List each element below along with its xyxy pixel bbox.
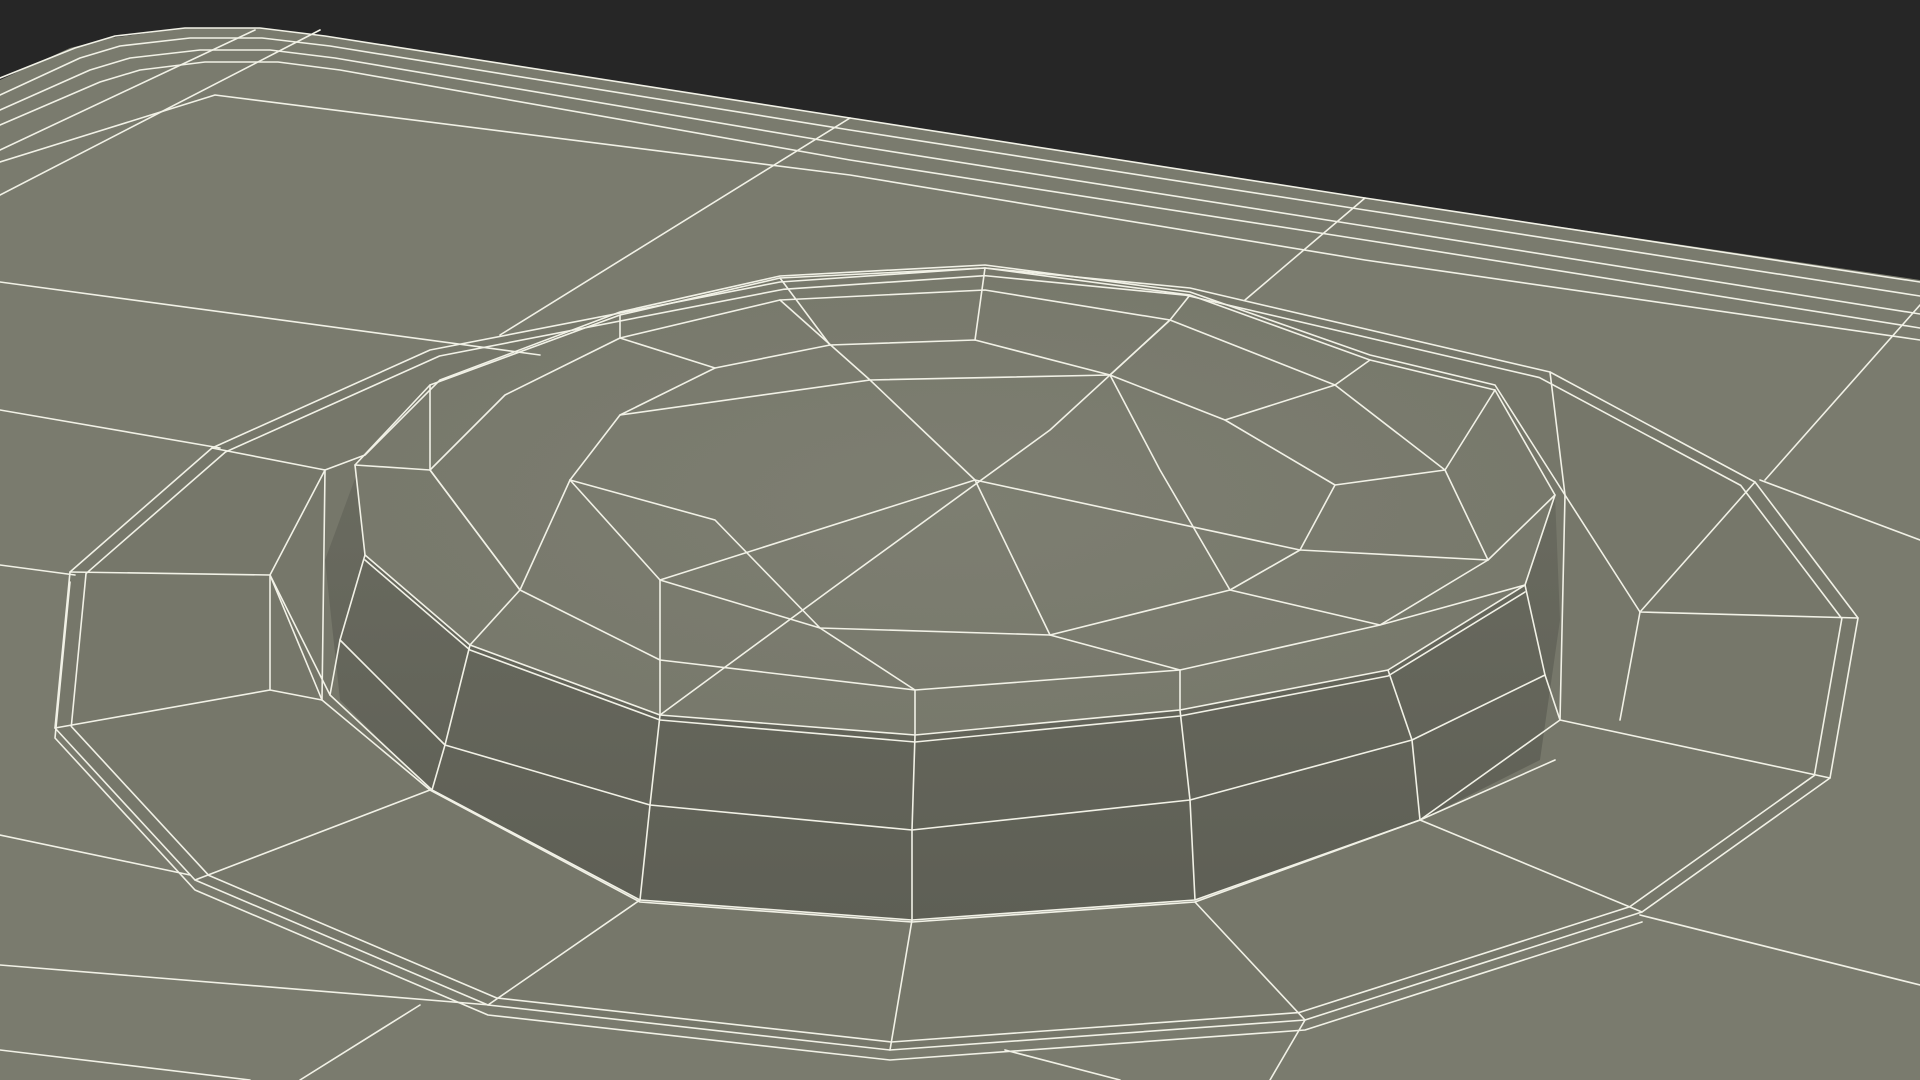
render-viewport [0, 0, 1920, 1080]
wireframe-scene [0, 0, 1920, 1080]
